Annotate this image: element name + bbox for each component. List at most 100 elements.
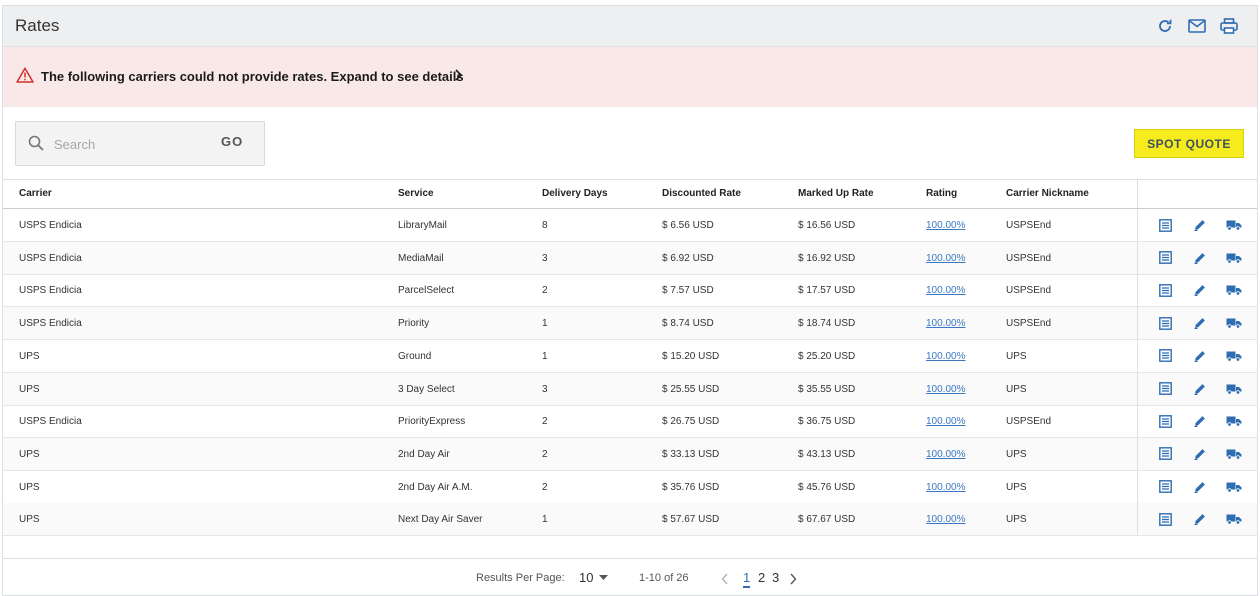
details-icon[interactable] [1156,250,1174,266]
print-icon[interactable] [1219,16,1239,36]
refresh-icon[interactable] [1155,16,1175,36]
actions-divider [1137,470,1138,503]
cell-service: Ground [398,350,432,362]
column-header-delivery-days[interactable]: Delivery Days [542,188,608,199]
results-per-page-label: Results Per Page: [476,572,565,584]
details-icon[interactable] [1156,315,1174,331]
details-icon[interactable] [1156,282,1174,298]
cell-discounted-rate: $ 8.74 USD [662,318,714,330]
rating-link[interactable]: 100.00% [926,514,965,525]
next-page-icon[interactable] [789,572,797,590]
rating-link[interactable]: 100.00% [926,482,965,493]
table-row[interactable]: UPS Next Day Air Saver 1 $ 57.67 USD $ 67.67… [3,503,1257,537]
cell-carrier: USPS Endicia [19,318,82,330]
edit-icon[interactable] [1191,413,1209,429]
cell-carrier-nickname: USPSEnd [1006,252,1052,264]
truck-icon[interactable] [1225,381,1243,397]
table-row[interactable]: UPS Ground 1 $ 15.20 USD $ 25.20 USD 100.00% U… [3,339,1257,373]
truck-icon[interactable] [1225,250,1243,266]
mail-icon[interactable] [1187,16,1207,36]
truck-icon[interactable] [1225,315,1243,331]
truck-icon[interactable] [1225,217,1243,233]
rating-link[interactable]: 100.00% [926,220,965,231]
edit-icon[interactable] [1191,446,1209,462]
actions-divider [1137,241,1138,274]
cell-delivery-days: 3 [542,252,548,264]
page-3-button[interactable]: 3 [772,570,779,585]
edit-icon[interactable] [1191,250,1209,266]
page-1-button[interactable]: 1 [743,570,751,588]
edit-icon[interactable] [1191,282,1209,298]
cell-marked-up-rate: $ 67.67 USD [798,514,856,526]
edit-icon[interactable] [1191,511,1209,527]
cell-marked-up-rate: $ 17.57 USD [798,285,856,297]
alert-message[interactable]: The following carriers could not provide… [41,69,464,84]
cell-service: 2nd Day Air A.M. [398,481,473,493]
previous-page-icon[interactable] [721,572,729,590]
truck-icon[interactable] [1225,511,1243,527]
rating-link[interactable]: 100.00% [926,384,965,395]
column-header-marked-up-rate[interactable]: Marked Up Rate [798,188,874,199]
table-row[interactable]: UPS 2nd Day Air A.M. 2 $ 35.76 USD $ 45.76 U… [3,470,1257,504]
cell-carrier: USPS Endicia [19,252,82,264]
rating-link[interactable]: 100.00% [926,318,965,329]
table-row[interactable]: USPS Endicia Priority 1 $ 8.74 USD $ 18.74 U… [3,307,1257,341]
header-actions [1155,16,1239,36]
cell-carrier: UPS [19,481,40,493]
edit-icon[interactable] [1191,315,1209,331]
cell-carrier-nickname: USPSEnd [1006,285,1052,297]
go-button[interactable]: GO [221,134,243,149]
truck-icon[interactable] [1225,348,1243,364]
column-header-carrier-nickname[interactable]: Carrier Nickname [1006,188,1089,199]
cell-carrier: UPS [19,350,40,362]
cell-carrier-nickname: UPS [1006,448,1027,460]
table-row[interactable]: USPS Endicia ParcelSelect 2 $ 7.57 USD $ 17.… [3,274,1257,308]
truck-icon[interactable] [1225,479,1243,495]
cell-marked-up-rate: $ 25.20 USD [798,350,856,362]
chevron-right-icon[interactable] [453,68,463,87]
details-icon[interactable] [1156,381,1174,397]
spot-quote-button[interactable]: SPOT QUOTE [1134,129,1244,158]
details-icon[interactable] [1156,413,1174,429]
column-header-discounted-rate[interactable]: Discounted Rate [662,188,741,199]
table-row[interactable]: USPS Endicia PriorityExpress 2 $ 26.75 USD $… [3,405,1257,439]
edit-icon[interactable] [1191,348,1209,364]
search-box: GO [15,121,265,166]
edit-icon[interactable] [1191,381,1209,397]
table-row[interactable]: UPS 3 Day Select 3 $ 25.55 USD $ 35.55 USD 10… [3,372,1257,406]
actions-divider [1137,503,1138,536]
truck-icon[interactable] [1225,413,1243,429]
details-icon[interactable] [1156,217,1174,233]
results-per-page-select[interactable]: 10 [579,570,609,585]
cell-carrier: USPS Endicia [19,416,82,428]
table-row[interactable]: USPS Endicia MediaMail 3 $ 6.92 USD $ 16.92 … [3,241,1257,275]
rating-link[interactable]: 100.00% [926,253,965,264]
details-icon[interactable] [1156,348,1174,364]
cell-delivery-days: 1 [542,514,548,526]
column-header-rating[interactable]: Rating [926,188,957,199]
search-input[interactable] [54,134,204,154]
edit-icon[interactable] [1191,479,1209,495]
truck-icon[interactable] [1225,282,1243,298]
edit-icon[interactable] [1191,217,1209,233]
details-icon[interactable] [1156,479,1174,495]
actions-divider [1137,405,1138,438]
cell-carrier: UPS [19,383,40,395]
rating-link[interactable]: 100.00% [926,449,965,460]
cell-discounted-rate: $ 57.67 USD [662,514,720,526]
table-row[interactable]: UPS 2nd Day Air 2 $ 33.13 USD $ 43.13 USD 100… [3,437,1257,471]
column-header-carrier[interactable]: Carrier [19,188,52,199]
rates-panel: Rates The following carriers could not p… [2,5,1258,596]
rating-link[interactable]: 100.00% [926,416,965,427]
column-header-service[interactable]: Service [398,188,434,199]
caret-down-icon [599,574,609,580]
truck-icon[interactable] [1225,446,1243,462]
rating-link[interactable]: 100.00% [926,285,965,296]
details-icon[interactable] [1156,511,1174,527]
carrier-error-alert[interactable]: The following carriers could not provide… [3,47,1257,107]
table-row[interactable]: USPS Endicia LibraryMail 8 $ 6.56 USD $ 16.5… [3,209,1257,242]
page-2-button[interactable]: 2 [758,570,765,585]
rating-link[interactable]: 100.00% [926,351,965,362]
details-icon[interactable] [1156,446,1174,462]
actions-divider [1137,274,1138,307]
